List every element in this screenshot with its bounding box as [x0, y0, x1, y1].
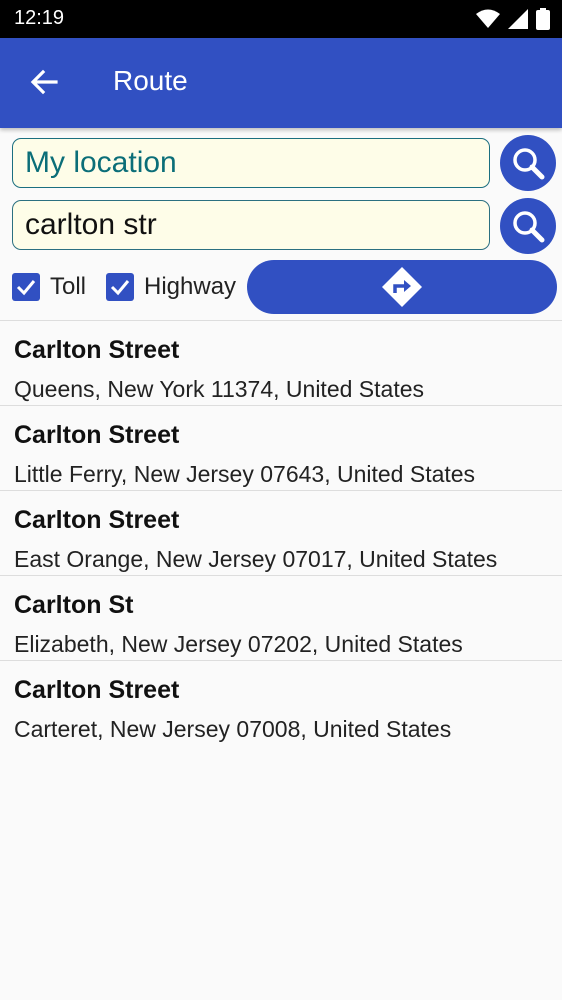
status-time: 12:19 — [14, 7, 65, 29]
toll-label: Toll — [50, 273, 87, 300]
result-address: Elizabeth, New Jersey 07202, United Stat… — [14, 631, 463, 657]
list-item[interactable]: Carlton Street Carteret, New Jersey 0700… — [0, 661, 562, 745]
from-location-input[interactable] — [12, 138, 490, 188]
result-name: Carlton Street — [14, 506, 180, 534]
result-address: Little Ferry, New Jersey 07643, United S… — [14, 461, 476, 487]
directions-icon — [382, 267, 422, 307]
result-address: Carteret, New Jersey 07008, United State… — [14, 716, 452, 742]
to-location-input[interactable] — [12, 200, 490, 250]
result-address: East Orange, New Jersey 07017, United St… — [14, 546, 498, 572]
result-name: Carlton Street — [14, 336, 180, 364]
app-bar: Route — [0, 38, 562, 128]
list-item[interactable]: Carlton Street East Orange, New Jersey 0… — [0, 491, 562, 576]
search-icon — [513, 148, 545, 180]
battery-icon — [536, 8, 550, 30]
checkbox-checked-icon — [106, 273, 134, 301]
page-title: Route — [113, 65, 188, 96]
highway-checkbox[interactable]: Highway — [106, 273, 236, 301]
arrow-left-icon[interactable] — [26, 64, 62, 100]
search-to-button[interactable] — [500, 198, 556, 254]
search-icon — [513, 211, 545, 243]
toll-checkbox[interactable]: Toll — [12, 273, 86, 301]
checkbox-checked-icon — [12, 273, 40, 301]
result-name: Carlton Street — [14, 676, 180, 704]
result-address: Queens, New York 11374, United States — [14, 376, 425, 402]
search-from-button[interactable] — [500, 135, 556, 191]
status-icons — [476, 8, 550, 30]
results-list: Carlton Street Queens, New York 11374, U… — [0, 321, 562, 745]
list-item[interactable]: Carlton Street Little Ferry, New Jersey … — [0, 406, 562, 491]
signal-icon — [508, 9, 528, 29]
list-item[interactable]: Carlton St Elizabeth, New Jersey 07202, … — [0, 576, 562, 661]
wifi-icon — [476, 9, 500, 28]
highway-label: Highway — [144, 273, 237, 300]
get-directions-button[interactable] — [247, 260, 557, 314]
result-name: Carlton Street — [14, 421, 180, 449]
result-name: Carlton St — [14, 591, 134, 619]
status-bar: 12:19 — [0, 0, 562, 38]
list-item[interactable]: Carlton Street Queens, New York 11374, U… — [0, 321, 562, 406]
